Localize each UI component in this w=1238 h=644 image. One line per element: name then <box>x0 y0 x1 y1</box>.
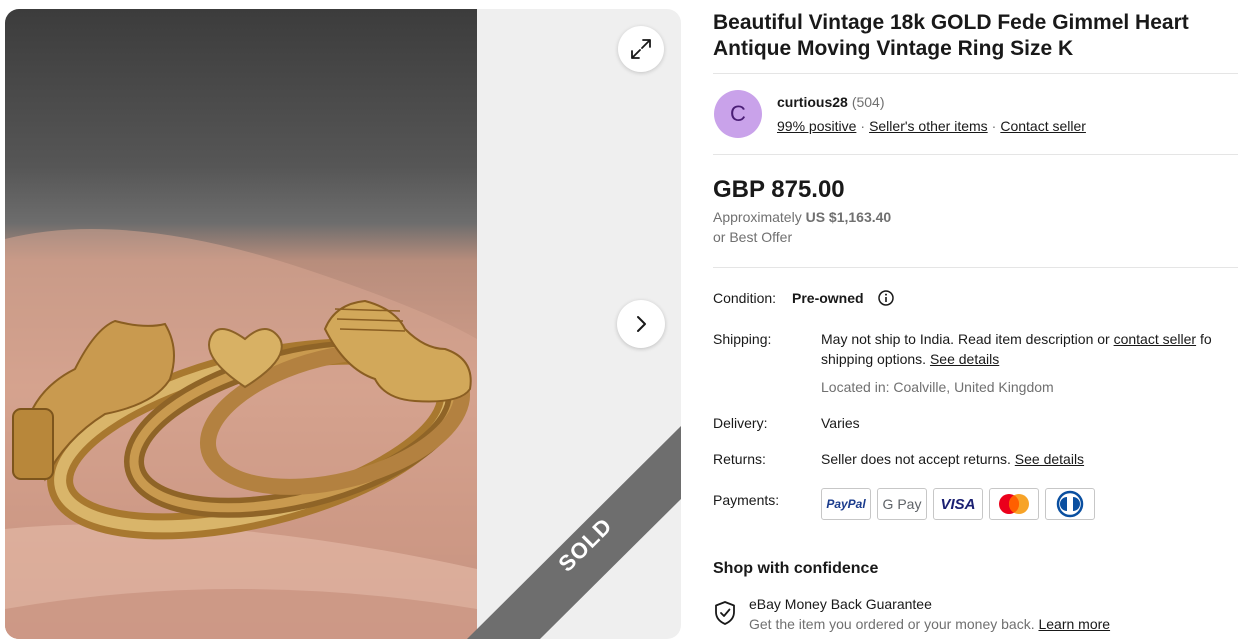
payments-label: Payments: <box>713 492 780 508</box>
google-pay-badge: G Pay <box>877 488 927 520</box>
ring-illustration <box>5 229 477 639</box>
expand-icon <box>631 39 651 59</box>
shipping-options-text: shipping options. <box>821 351 930 367</box>
approx-value: US $1,163.40 <box>805 209 892 225</box>
shipping-text-cut: fo <box>1196 331 1212 347</box>
approximate-price: Approximately US $1,163.40 <box>713 209 891 225</box>
divider <box>713 73 1238 74</box>
mastercard-icon <box>999 494 1029 514</box>
seller-info: curtious28 (504) <box>777 94 885 110</box>
divider <box>713 154 1238 155</box>
condition-label: Condition: <box>713 290 777 306</box>
shipping-line-1: May not ship to India. Read item descrip… <box>821 329 1212 349</box>
item-price: GBP 875.00 <box>713 176 845 203</box>
guarantee-description: Get the item you ordered or your money b… <box>749 616 1039 632</box>
shipping-see-details-link[interactable]: See details <box>930 351 999 367</box>
next-image-button[interactable] <box>617 300 665 348</box>
expand-image-button[interactable] <box>618 26 664 72</box>
returns-label: Returns: <box>713 451 766 467</box>
delivery-value: Varies <box>821 415 860 431</box>
best-offer-text: or Best Offer <box>713 229 793 245</box>
shop-with-confidence-heading: Shop with confidence <box>713 560 879 577</box>
divider <box>713 267 1238 268</box>
separator-dot: · <box>991 118 997 134</box>
shipping-text: May not ship to India. Read item descrip… <box>821 331 1114 347</box>
contact-seller-link[interactable]: Contact seller <box>1000 118 1086 134</box>
shipping-line-2: shipping options. See details <box>821 349 999 369</box>
paypal-text: PayPal <box>826 497 866 511</box>
condition-value: Pre-owned <box>792 290 864 306</box>
seller-name-link[interactable]: curtious28 <box>777 94 848 110</box>
diners-club-badge <box>1045 488 1095 520</box>
visa-badge: VISA <box>933 488 983 520</box>
shield-check-icon <box>715 601 735 625</box>
returns-see-details-link[interactable]: See details <box>1015 451 1084 467</box>
listing-title: Beautiful Vintage 18k GOLD Fede Gimmel H… <box>713 11 1189 60</box>
seller-avatar[interactable]: C <box>714 90 762 138</box>
payment-methods: PayPal G Pay VISA <box>821 488 1095 520</box>
returns-value: Seller does not accept returns. See deta… <box>821 449 1084 469</box>
sold-label: SOLD <box>553 512 618 577</box>
money-back-guarantee-text: Get the item you ordered or your money b… <box>749 616 1110 632</box>
seller-links: 99% positive · Seller's other items · Contac… <box>777 118 1086 134</box>
shipping-contact-seller-link[interactable]: contact seller <box>1114 331 1196 347</box>
gpay-text: G Pay <box>882 496 922 512</box>
item-location: Located in: Coalville, United Kingdom <box>821 379 1054 395</box>
seller-positive-link[interactable]: 99% positive <box>777 118 856 134</box>
mastercard-badge <box>989 488 1039 520</box>
diners-club-icon <box>1056 490 1084 518</box>
listing-details-panel: Beautiful Vintage 18k GOLD Fede Gimmel H… <box>713 0 1238 644</box>
returns-text: Seller does not accept returns. <box>821 451 1015 467</box>
separator-dot: · <box>860 118 866 134</box>
chevron-right-icon <box>637 316 646 332</box>
paypal-badge: PayPal <box>821 488 871 520</box>
approx-label: Approximately <box>713 209 802 225</box>
delivery-label: Delivery: <box>713 415 768 431</box>
visa-text: VISA <box>940 495 976 513</box>
seller-feedback-count: (504) <box>851 94 885 110</box>
learn-more-link[interactable]: Learn more <box>1038 616 1110 632</box>
money-back-guarantee-title: eBay Money Back Guarantee <box>749 596 932 612</box>
image-gallery: SOLD <box>5 9 681 639</box>
info-icon[interactable] <box>878 290 894 306</box>
product-photo[interactable] <box>5 9 477 639</box>
shipping-label: Shipping: <box>713 331 772 347</box>
seller-other-items-link[interactable]: Seller's other items <box>869 118 988 134</box>
